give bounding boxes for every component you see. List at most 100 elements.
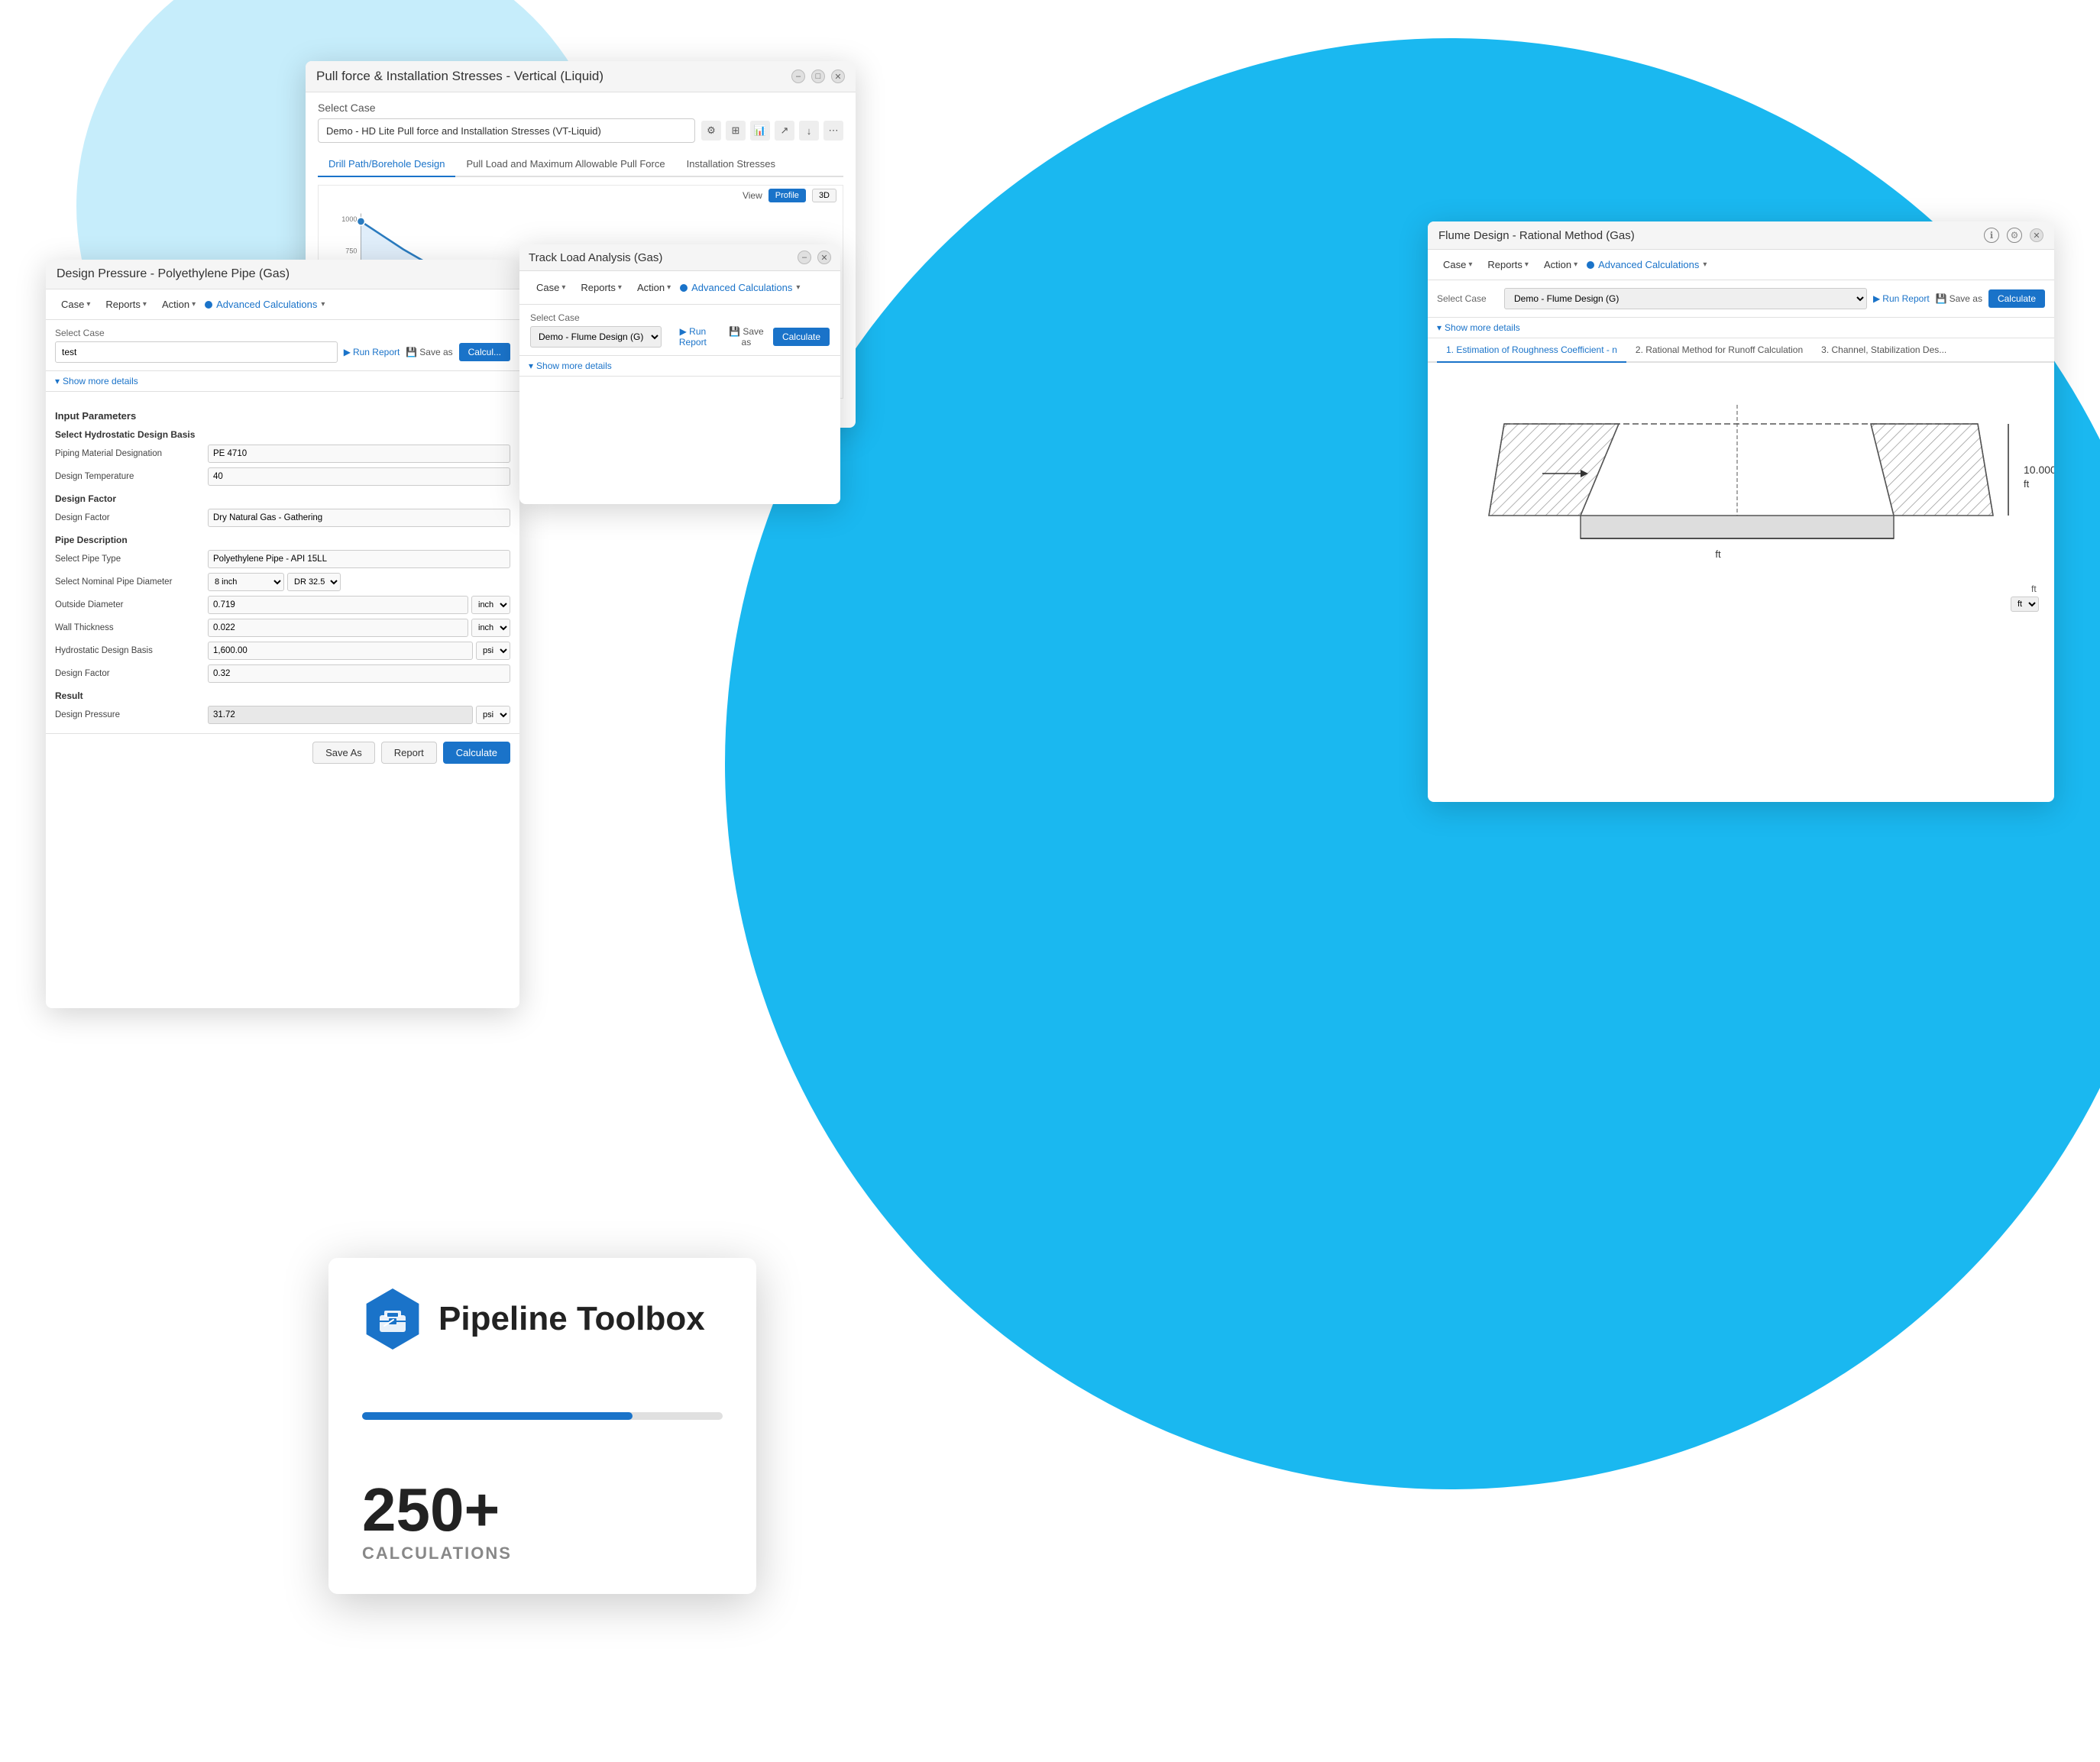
svg-text:ft: ft — [2031, 584, 2037, 594]
design-pressure-body: Input Parameters Select Hydrostatic Desi… — [46, 392, 519, 733]
toolbox-progress-bar-wrap — [362, 1412, 723, 1420]
pipe-type-label: Select Pipe Type — [55, 554, 208, 564]
df2-value[interactable] — [208, 664, 510, 683]
settings-icon[interactable]: ⚙ — [701, 121, 721, 141]
flume-diagram: 10.000 ft ft ft ft ft — [1428, 363, 2054, 622]
flume-gear-icon[interactable]: ⚙ — [2007, 228, 2022, 243]
temp-label: Design Temperature — [55, 472, 208, 481]
advanced-calc-menu[interactable]: Advanced Calculations ▾ — [205, 299, 325, 310]
track-calculate-button[interactable]: Calculate — [773, 328, 830, 346]
footer-save-as-button[interactable]: Save As — [312, 742, 375, 764]
flume-calculate-button[interactable]: Calculate — [1988, 289, 2045, 308]
flume-reports-menu[interactable]: Reports ▾ — [1481, 256, 1535, 273]
dr-select[interactable]: DR 32.5 — [287, 573, 341, 591]
flume-action-menu[interactable]: Action ▾ — [1538, 256, 1584, 273]
track-case-dropdown[interactable]: Demo - Flume Design (G) — [530, 326, 662, 348]
toolbox-count: 250+ — [362, 1479, 723, 1541]
save-as-button[interactable]: 💾 Save as — [406, 347, 452, 357]
track-reports-menu[interactable]: Reports▾ — [574, 279, 628, 296]
dp-case-input[interactable] — [55, 341, 338, 363]
design-pressure-select-case: Select Case ▶ Run Report 💾 Save as Calcu… — [46, 320, 519, 371]
flume-tab-3[interactable]: 3. Channel, Stabilization Des... — [1812, 338, 1956, 363]
maximize-button[interactable]: □ — [811, 70, 825, 83]
toolbox-progress-track — [362, 1412, 723, 1420]
flume-close-button[interactable]: ✕ — [2030, 228, 2043, 242]
flume-unit-dropdown[interactable]: ft — [2011, 596, 2039, 612]
wt-unit[interactable]: inch — [471, 619, 510, 637]
chart-view-row: View Profile 3D — [319, 186, 843, 205]
tab-drill-path[interactable]: Drill Path/Borehole Design — [318, 152, 455, 177]
footer-report-button[interactable]: Report — [381, 742, 437, 764]
hdb-value[interactable] — [208, 642, 473, 660]
temp-value[interactable] — [208, 467, 510, 486]
tab-pull-load[interactable]: Pull Load and Maximum Allowable Pull For… — [455, 152, 675, 177]
track-load-title: Track Load Analysis (Gas) — [529, 251, 662, 264]
3d-view-button[interactable]: 3D — [812, 189, 836, 202]
design-pressure-footer: Save As Report Calculate — [46, 733, 519, 771]
case-menu[interactable]: Case ▾ — [55, 296, 96, 313]
param-row-material: Piping Material Designation — [55, 445, 510, 463]
flume-case-menu[interactable]: Case ▾ — [1437, 256, 1478, 273]
design-pressure-menu: Case ▾ Reports ▾ Action ▾ Advanced Calcu… — [46, 289, 519, 320]
download-icon[interactable]: ↓ — [799, 121, 819, 141]
result-row: Design Pressure psi — [55, 706, 510, 724]
track-action-menu[interactable]: Action▾ — [631, 279, 677, 296]
more-icon[interactable]: ⋯ — [823, 121, 843, 141]
df-label: Design Factor — [55, 513, 208, 522]
tab-installation[interactable]: Installation Stresses — [676, 152, 786, 177]
track-load-titlebar: Track Load Analysis (Gas) – ✕ — [519, 244, 840, 271]
flume-title-controls: ℹ ⚙ ✕ — [1984, 228, 2043, 243]
flume-adv-calc[interactable]: Advanced Calculations ▾ — [1587, 259, 1707, 270]
pull-force-titlebar: Pull force & Installation Stresses - Ver… — [306, 61, 856, 92]
track-close-button[interactable]: ✕ — [817, 251, 831, 264]
od-unit[interactable]: inch — [471, 596, 510, 614]
reports-menu[interactable]: Reports ▾ — [99, 296, 153, 313]
reports-chevron: ▾ — [143, 300, 147, 309]
flume-save-button[interactable]: 💾 Save as — [1936, 293, 1982, 304]
track-select-row: Demo - Flume Design (G) ▶ Run Report 💾 S… — [530, 326, 830, 348]
param-row-od: Outside Diameter inch — [55, 596, 510, 614]
param-row-temp: Design Temperature — [55, 467, 510, 486]
run-report-button[interactable]: ▶ Run Report — [344, 347, 400, 357]
track-adv-calc[interactable]: Advanced Calculations ▾ — [680, 282, 800, 293]
nominal-select[interactable]: 8 inch — [208, 573, 284, 591]
minimize-button[interactable]: – — [791, 70, 805, 83]
calculate-button[interactable]: Calcul... — [459, 343, 510, 361]
design-pressure-window: Design Pressure - Polyethylene Pipe (Gas… — [46, 260, 519, 1008]
flume-tab-1[interactable]: 1. Estimation of Roughness Coefficient -… — [1437, 338, 1626, 363]
track-content-area — [519, 377, 840, 407]
flume-info-icon[interactable]: ℹ — [1984, 228, 1999, 243]
design-pressure-title: Design Pressure - Polyethylene Pipe (Gas… — [57, 267, 290, 280]
footer-calculate-button[interactable]: Calculate — [443, 742, 510, 764]
select-case-dropdown[interactable] — [318, 118, 695, 143]
result-unit[interactable]: psi — [476, 706, 510, 724]
df-value[interactable] — [208, 509, 510, 527]
profile-view-button[interactable]: Profile — [768, 189, 806, 202]
pipe-type-value[interactable] — [208, 550, 510, 568]
flume-tab-2[interactable]: 2. Rational Method for Runoff Calculatio… — [1626, 338, 1812, 363]
hdb-label: Hydrostatic Design Basis — [55, 646, 208, 655]
track-minimize-button[interactable]: – — [798, 251, 811, 264]
track-show-more[interactable]: ▾ Show more details — [519, 356, 840, 377]
pull-force-controls: – □ ✕ — [791, 70, 845, 83]
select-case-row: ⚙ ⊞ 📊 ↗ ↓ ⋯ — [318, 118, 843, 143]
wt-value[interactable] — [208, 619, 468, 637]
dp-select-label: Select Case — [55, 328, 510, 338]
track-case-menu[interactable]: Case▾ — [530, 279, 571, 296]
export-icon[interactable]: ↗ — [775, 121, 794, 141]
track-run-button[interactable]: ▶ Run Report — [666, 326, 720, 348]
od-label: Outside Diameter — [55, 600, 208, 609]
hdb-unit[interactable]: psi — [476, 642, 510, 660]
track-select-case-section: Select Case Demo - Flume Design (G) ▶ Ru… — [519, 305, 840, 356]
action-menu[interactable]: Action ▾ — [156, 296, 202, 313]
flume-run-button[interactable]: ▶ Run Report — [1873, 293, 1930, 304]
od-value[interactable] — [208, 596, 468, 614]
flume-show-more[interactable]: ▾ Show more details — [1428, 318, 2054, 338]
chart-icon[interactable]: 📊 — [750, 121, 770, 141]
grid-icon[interactable]: ⊞ — [726, 121, 746, 141]
flume-case-dropdown[interactable]: Demo - Flume Design (G) — [1504, 288, 1867, 309]
show-more-details[interactable]: ▾ Show more details — [46, 371, 519, 392]
track-save-button[interactable]: 💾 Save as — [724, 326, 768, 348]
close-button[interactable]: ✕ — [831, 70, 845, 83]
material-value[interactable] — [208, 445, 510, 463]
